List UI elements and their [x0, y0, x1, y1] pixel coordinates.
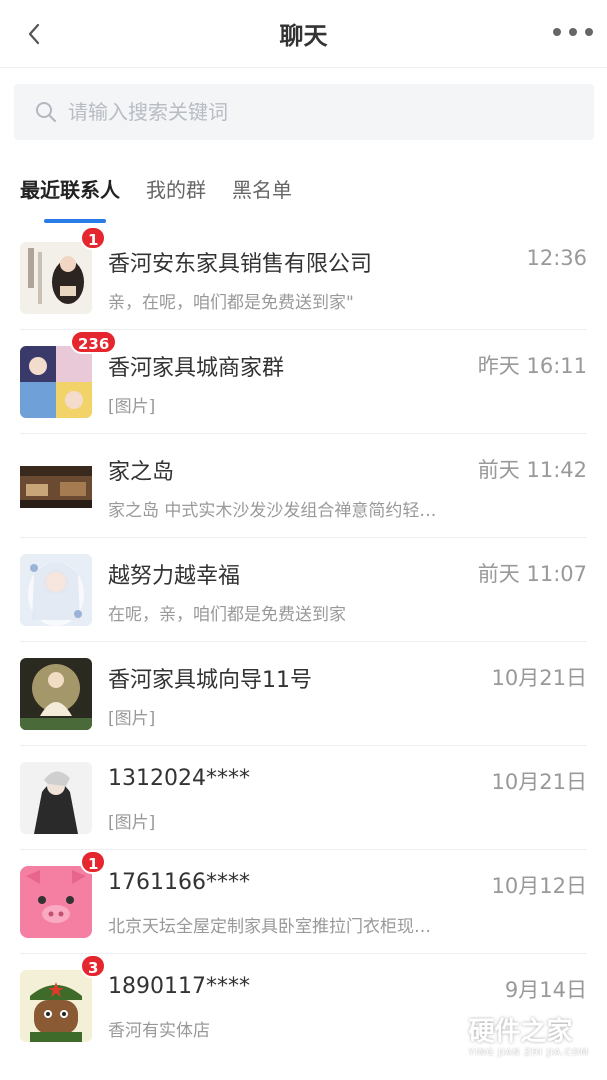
- search-icon: [36, 102, 57, 123]
- tab-my-groups[interactable]: 我的群: [146, 172, 206, 212]
- chat-time: 10月21日: [491, 770, 587, 794]
- avatar: [20, 554, 92, 626]
- chat-item[interactable]: 1312024**** 10月21日 [图片]: [0, 746, 607, 850]
- chat-list: 1 香河安东家具销售有限公司 12:36 亲，在呢，咱们都是免费送到家" 236…: [0, 226, 607, 1058]
- unread-badge: 3: [80, 954, 107, 978]
- chat-name: 越努力越幸福: [108, 564, 241, 589]
- chat-name: 香河家具城向导11号: [108, 668, 312, 693]
- chat-time: 前天 11:42: [477, 458, 587, 482]
- avatar: [20, 658, 92, 730]
- chat-item[interactable]: 家之岛 前天 11:42 家之岛 中式实木沙发沙发组合禅意简约轻…: [0, 434, 607, 538]
- avatar: [20, 762, 92, 834]
- watermark-text: 硬件之家: [468, 1017, 573, 1047]
- watermark-subtext: YING JIAN ZHI JIA.COM: [468, 1048, 589, 1058]
- search-bar[interactable]: [14, 84, 594, 140]
- chat-name: 1312024****: [108, 766, 250, 791]
- chat-name: 香河家具城商家群: [108, 356, 285, 381]
- chat-last-message: [图片]: [108, 709, 156, 729]
- tab-active-indicator: [44, 219, 106, 223]
- chat-time: 昨天 16:11: [477, 354, 587, 378]
- unread-badge: 1: [80, 226, 107, 250]
- chat-time: 9月14日: [504, 978, 587, 1002]
- avatar: [20, 346, 92, 418]
- chat-name: 家之岛: [108, 460, 175, 485]
- chat-last-message: 北京天坛全屋定制家具卧室推拉门衣柜现…: [108, 917, 431, 937]
- more-dots-icon: [553, 28, 561, 36]
- avatar: [20, 970, 92, 1042]
- chat-last-message: 在呢，亲，咱们都是免费送到家: [108, 605, 346, 625]
- chat-name: 1890117****: [108, 974, 250, 999]
- page-title: 聊天: [279, 22, 328, 50]
- chat-time: 10月21日: [491, 666, 587, 690]
- chat-last-message: [图片]: [108, 397, 156, 417]
- unread-badge: 1: [80, 850, 107, 874]
- chat-item[interactable]: 越努力越幸福 前天 11:07 在呢，亲，咱们都是免费送到家: [0, 538, 607, 642]
- avatar: [20, 450, 92, 522]
- chat-last-message: 香河有实体店: [108, 1021, 210, 1041]
- chat-last-message: 亲，在呢，咱们都是免费送到家": [108, 293, 354, 313]
- chat-last-message: 家之岛 中式实木沙发沙发组合禅意简约轻…: [108, 501, 437, 521]
- site-watermark: 硬件之家 YING JIAN ZHI JIA.COM: [418, 1011, 589, 1058]
- chat-item[interactable]: 236 香河家具城商家群 昨天 16:11 [图片]: [0, 330, 607, 434]
- chat-last-message: [图片]: [108, 813, 156, 833]
- watermark-logo-icon: [418, 1011, 460, 1058]
- top-bar: 聊天: [0, 0, 607, 68]
- chat-time: 12:36: [526, 246, 587, 270]
- tab-recent-contacts[interactable]: 最近联系人: [20, 172, 120, 212]
- search-input[interactable]: [68, 100, 548, 124]
- avatar: [20, 242, 92, 314]
- chat-time: 10月12日: [491, 874, 587, 898]
- tab-blacklist[interactable]: 黑名单: [232, 172, 292, 212]
- chat-item[interactable]: 香河家具城向导11号 10月21日 [图片]: [0, 642, 607, 746]
- chat-item[interactable]: 1 1761166**** 10月12日 北京天坛全屋定制家具卧室推拉门衣柜现…: [0, 850, 607, 954]
- chat-item[interactable]: 1 香河安东家具销售有限公司 12:36 亲，在呢，咱们都是免费送到家": [0, 226, 607, 330]
- avatar: [20, 866, 92, 938]
- chat-name: 香河安东家具销售有限公司: [108, 252, 373, 277]
- more-options-button[interactable]: [553, 20, 593, 44]
- chat-time: 前天 11:07: [477, 562, 587, 586]
- chat-name: 1761166****: [108, 870, 250, 895]
